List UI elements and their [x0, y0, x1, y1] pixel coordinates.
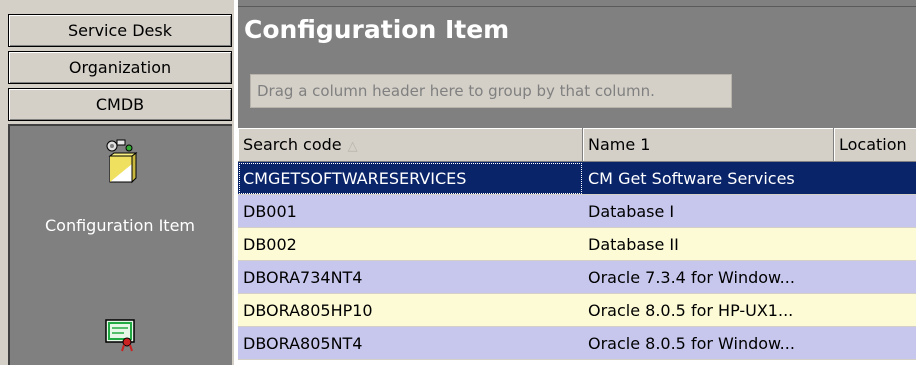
cell-name-1: Database I	[588, 202, 675, 221]
left-navigation: Service Desk Organization CMDB Configura…	[0, 0, 234, 365]
cell-search-code: DBORA805NT4	[243, 334, 363, 353]
nav-button-cmdb[interactable]: CMDB	[8, 88, 232, 121]
column-header-label: Location	[839, 135, 907, 154]
column-header-search-code[interactable]: Search code △	[238, 128, 583, 162]
grid-header: Search code △ Name 1 Location	[238, 128, 916, 162]
cell-location	[834, 261, 916, 294]
cell-name-1: Oracle 8.0.5 for Window...	[588, 334, 795, 353]
cell-location	[834, 228, 916, 261]
main-pane: Configuration Item Drag a column header …	[238, 0, 916, 365]
cell-location	[834, 195, 916, 228]
column-header-label: Name 1	[588, 135, 651, 154]
table-row[interactable]: DBORA805HP10 Oracle 8.0.5 for HP-UX1...	[238, 294, 916, 327]
table-row[interactable]: DBORA805NT4 Oracle 8.0.5 for Window...	[238, 327, 916, 360]
cell-location	[834, 294, 916, 327]
nav-button-service-desk[interactable]: Service Desk	[8, 14, 232, 47]
table-row[interactable]: CMGETSOFTWARESERVICES CM Get Software Se…	[238, 162, 916, 195]
configuration-item-grid: Search code △ Name 1 Location CMGETSOFTWA…	[238, 128, 916, 365]
column-header-location[interactable]: Location	[834, 128, 916, 162]
table-row[interactable]: DBORA734NT4 Oracle 7.3.4 for Window...	[238, 261, 916, 294]
cell-name-1: Oracle 7.3.4 for Window...	[588, 268, 795, 287]
cell-search-code: DBORA805HP10	[243, 301, 373, 320]
page-title: Configuration Item	[244, 15, 510, 44]
cell-name-1: CM Get Software Services	[588, 169, 795, 188]
configuration-item-icon	[106, 139, 138, 184]
title-bar: Configuration Item	[238, 6, 916, 56]
nav-item-label: Configuration Item	[44, 216, 195, 235]
group-by-drop-zone[interactable]: Drag a column header here to group by th…	[250, 74, 732, 108]
cell-name-1: Database II	[588, 235, 679, 254]
contract-certificate-icon	[105, 319, 135, 352]
cell-location	[834, 162, 916, 195]
cell-search-code: DBORA734NT4	[243, 268, 363, 287]
table-row[interactable]: DB002 Database II	[238, 228, 916, 261]
cell-search-code: DB001	[243, 202, 297, 221]
cell-location	[834, 327, 916, 360]
nav-button-organization[interactable]: Organization	[8, 51, 232, 84]
table-row[interactable]: DB001 Database I	[238, 195, 916, 228]
grid-rows: CMGETSOFTWARESERVICES CM Get Software Se…	[238, 162, 916, 360]
cmdb-panel: Configuration Item	[8, 124, 232, 365]
group-by-area: Drag a column header here to group by th…	[242, 62, 916, 124]
sort-ascending-icon: △	[347, 139, 358, 154]
nav-item-configuration-item[interactable]: Configuration Item	[10, 136, 230, 235]
cell-search-code: CMGETSOFTWARESERVICES	[238, 162, 583, 195]
column-header-name-1[interactable]: Name 1	[583, 128, 834, 162]
cell-name-1: Oracle 8.0.5 for HP-UX1...	[588, 301, 794, 320]
nav-item-contract[interactable]	[10, 314, 230, 354]
column-header-label: Search code	[243, 135, 342, 154]
cell-search-code: DB002	[243, 235, 297, 254]
